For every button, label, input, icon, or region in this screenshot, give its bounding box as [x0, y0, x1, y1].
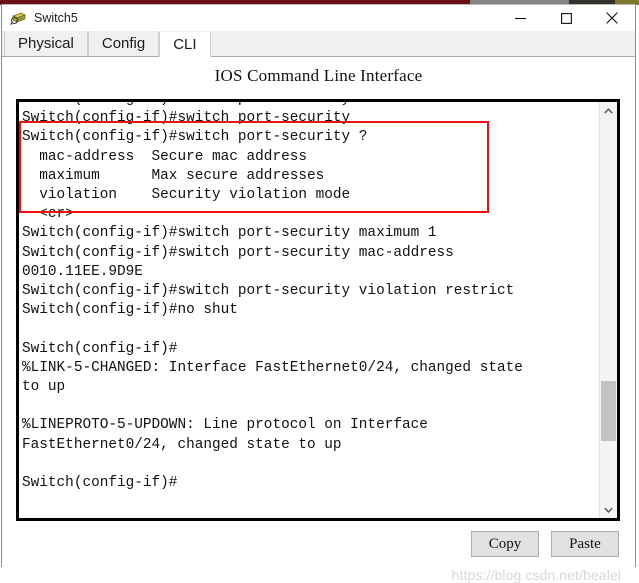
switch-cli-window: Switch5 Physical Config CLI IOS Command …	[1, 4, 636, 583]
tab-bar: Physical Config CLI	[2, 31, 635, 57]
window-title: Switch5	[34, 11, 78, 25]
tab-cli[interactable]: CLI	[159, 32, 211, 57]
chevron-up-icon	[604, 107, 613, 114]
minimize-icon	[514, 17, 526, 19]
scroll-up-button[interactable]	[600, 102, 617, 119]
scroll-down-button[interactable]	[600, 501, 617, 518]
tab-physical[interactable]: Physical	[4, 31, 88, 56]
terminal-text: Switch(config-if)#switch port-security ?…	[22, 102, 523, 492]
terminal-output[interactable]: Switch(config-if)#switch port-security ?…	[19, 102, 599, 518]
terminal-scrollbar[interactable]	[599, 102, 617, 518]
window-controls	[497, 5, 635, 31]
copy-button[interactable]: Copy	[471, 531, 539, 557]
minimize-button[interactable]	[497, 5, 543, 31]
action-button-row: Copy Paste	[471, 531, 619, 557]
page-title: IOS Command Line Interface	[214, 66, 423, 85]
paste-button[interactable]: Paste	[551, 531, 619, 557]
title-bar[interactable]: Switch5	[2, 5, 635, 31]
cli-pane: IOS Command Line Interface Switch(config…	[2, 57, 635, 583]
switch-device-icon	[10, 10, 26, 26]
tab-config[interactable]: Config	[87, 31, 160, 56]
scrollbar-thumb[interactable]	[601, 381, 616, 441]
close-icon	[606, 12, 618, 24]
watermark: https://blog.csdn.net/bealei	[451, 567, 621, 583]
chevron-down-icon	[604, 507, 613, 513]
close-button[interactable]	[589, 5, 635, 31]
terminal-frame: Switch(config-if)#switch port-security ?…	[16, 99, 620, 521]
maximize-button[interactable]	[543, 5, 589, 31]
maximize-icon	[560, 12, 572, 24]
